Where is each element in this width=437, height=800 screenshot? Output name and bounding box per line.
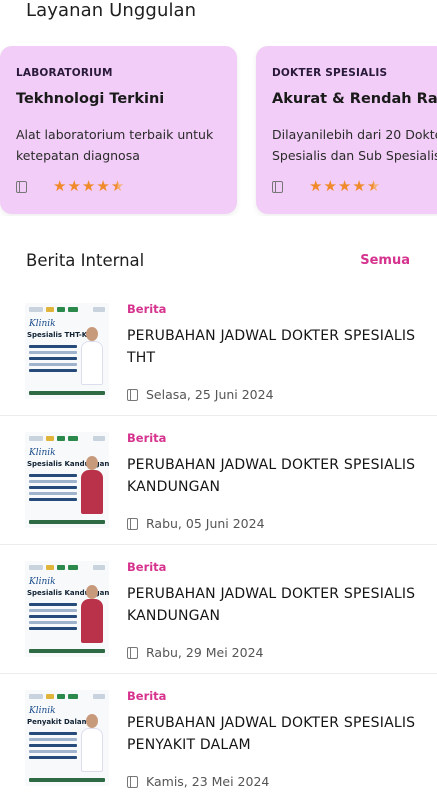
document-icon <box>127 775 138 788</box>
news-category: Berita <box>127 689 167 703</box>
thumbnail-footer <box>29 391 105 395</box>
thumbnail-footer <box>29 520 105 524</box>
thumbnail-logos <box>29 436 105 442</box>
thumbnail-schedule <box>29 603 77 633</box>
doctor-photo <box>79 321 105 385</box>
see-all-link[interactable]: Semua <box>360 253 410 268</box>
doctor-photo <box>79 450 105 514</box>
news-date: Rabu, 05 Juni 2024 <box>127 516 265 531</box>
news-title[interactable]: PERUBAHAN JADWAL DOKTER SPESIALIS KANDUN… <box>127 454 417 498</box>
thumbnail-logos <box>29 694 105 700</box>
thumbnail-footer <box>29 778 105 782</box>
thumbnail-schedule <box>29 345 77 375</box>
thumbnail-schedule <box>29 732 77 762</box>
thumbnail-script-text: Klinik <box>29 448 56 458</box>
service-description: Dilayanilebih dari 20 Dokte Spesialis da… <box>272 124 437 166</box>
service-card-dokter-spesialis[interactable]: DOKTER SPESIALIS Akurat & Rendah Radia D… <box>256 46 437 214</box>
news-thumbnail[interactable]: Klinik Spesialis THT-KL <box>25 303 109 399</box>
thumbnail-schedule <box>29 474 77 504</box>
news-category: Berita <box>127 431 167 445</box>
news-item[interactable]: Klinik Spesialis Kandungan Berita PERUBA… <box>0 416 437 545</box>
thumbnail-script-text: Klinik <box>29 577 56 587</box>
star-rating: ★ ★ ★ ★ ★ <box>309 179 380 194</box>
service-category: DOKTER SPESIALIS <box>272 67 388 79</box>
news-title[interactable]: PERUBAHAN JADWAL DOKTER SPESIALIS KANDUN… <box>127 583 417 627</box>
thumbnail-logos <box>29 307 105 313</box>
news-title[interactable]: PERUBAHAN JADWAL DOKTER SPESIALIS PENYAK… <box>127 712 417 756</box>
star-icon: ★ <box>352 177 366 195</box>
news-list: Klinik Spesialis THT-KL Berita PERUBAHAN… <box>0 287 437 800</box>
doctor-photo <box>79 579 105 643</box>
document-icon <box>16 180 27 193</box>
news-date-text: Rabu, 05 Juni 2024 <box>146 516 265 531</box>
star-icon: ★ <box>53 177 67 195</box>
section-title-services: Layanan Unggulan <box>26 0 197 21</box>
news-date-text: Kamis, 23 Mei 2024 <box>146 774 270 789</box>
news-thumbnail[interactable]: Klinik Penyakit Dalam <box>25 690 109 786</box>
service-category: LABORATORIUM <box>16 67 113 79</box>
news-date-text: Rabu, 29 Mei 2024 <box>146 645 264 660</box>
news-item[interactable]: Klinik Spesialis THT-KL Berita PERUBAHAN… <box>0 287 437 416</box>
news-category: Berita <box>127 302 167 316</box>
news-header: Berita Internal Semua <box>26 251 410 270</box>
service-meta: ★ ★ ★ ★ ★ <box>16 179 124 194</box>
star-half-icon: ★ <box>110 177 125 195</box>
thumbnail-script-text: Klinik <box>29 706 56 716</box>
news-date: Selasa, 25 Juni 2024 <box>127 387 274 402</box>
services-carousel[interactable]: LABORATORIUM Tekhnologi Terkini Alat lab… <box>0 46 437 216</box>
thumbnail-script-text: Klinik <box>29 319 56 329</box>
service-meta: ★ ★ ★ ★ ★ <box>272 179 380 194</box>
service-description-line: Dilayanilebih dari 20 Dokte <box>272 127 437 142</box>
document-icon <box>127 646 138 659</box>
star-icon: ★ <box>323 177 337 195</box>
news-category: Berita <box>127 560 167 574</box>
thumbnail-logos <box>29 565 105 571</box>
news-item[interactable]: Klinik Penyakit Dalam Berita PERUBAHAN J… <box>0 674 437 800</box>
news-date-text: Selasa, 25 Juni 2024 <box>146 387 274 402</box>
news-thumbnail[interactable]: Klinik Spesialis Kandungan <box>25 561 109 657</box>
service-description-line: Spesialis dan Sub Spesialis <box>272 148 437 163</box>
news-date: Kamis, 23 Mei 2024 <box>127 774 269 789</box>
star-rating: ★ ★ ★ ★ ★ <box>53 179 124 194</box>
service-description: Alat laboratorium terbaik untuk ketepata… <box>16 127 214 163</box>
news-section-title: Berita Internal <box>26 251 145 270</box>
service-title: Tekhnologi Terkini <box>16 91 165 107</box>
star-icon: ★ <box>67 177 81 195</box>
doctor-photo <box>79 708 105 772</box>
document-icon <box>127 517 138 530</box>
star-half-icon: ★ <box>366 177 381 195</box>
star-icon: ★ <box>81 177 96 195</box>
document-icon <box>127 388 138 401</box>
news-title[interactable]: PERUBAHAN JADWAL DOKTER SPESIALIS THT <box>127 325 417 369</box>
news-item[interactable]: Klinik Spesialis Kandungan Berita PERUBA… <box>0 545 437 674</box>
star-icon: ★ <box>337 177 352 195</box>
service-title: Akurat & Rendah Radia <box>272 91 437 107</box>
star-icon: ★ <box>96 177 110 195</box>
document-icon <box>272 180 283 193</box>
service-card-laboratorium[interactable]: LABORATORIUM Tekhnologi Terkini Alat lab… <box>0 46 237 214</box>
star-icon: ★ <box>309 177 323 195</box>
news-date: Rabu, 29 Mei 2024 <box>127 645 264 660</box>
thumbnail-footer <box>29 649 105 653</box>
news-thumbnail[interactable]: Klinik Spesialis Kandungan <box>25 432 109 528</box>
